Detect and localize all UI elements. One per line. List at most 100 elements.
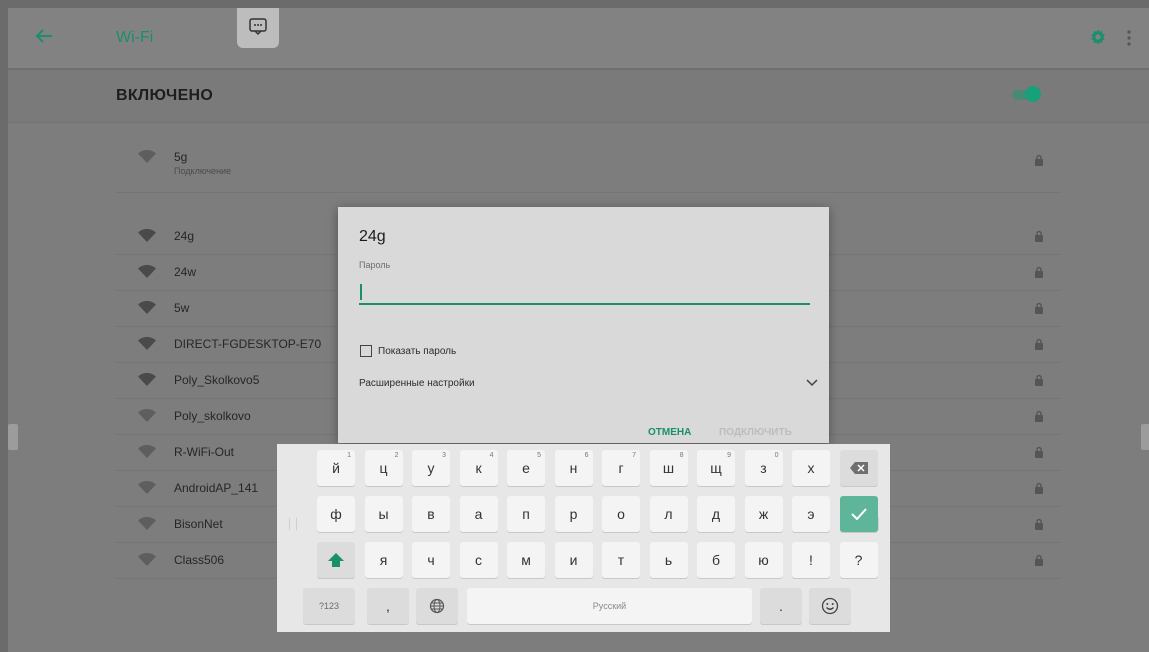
period-key[interactable]: . — [760, 588, 802, 624]
space-key[interactable]: Русский — [467, 588, 752, 624]
wifi-state-label: ВКЛЮЧЕНО — [116, 87, 214, 104]
lock-icon — [1035, 374, 1043, 386]
emoji-key[interactable] — [809, 588, 851, 624]
network-name: DIRECT-FGDESKTOP-E70 — [174, 337, 322, 351]
wifi-signal-icon — [138, 553, 156, 566]
wifi-signal-icon — [138, 481, 156, 494]
key-number-hint: 3 — [442, 452, 446, 459]
wifi-toggle[interactable] — [1012, 86, 1041, 102]
password-label: Пароль — [359, 260, 391, 270]
keyboard-key[interactable]: а — [459, 496, 498, 532]
key-number-hint: 7 — [632, 452, 636, 459]
emoji-icon — [821, 597, 839, 615]
keyboard-key[interactable]: ц2 — [364, 450, 403, 486]
lock-icon — [1035, 482, 1043, 494]
network-name: Poly_Skolkovo5 — [174, 373, 260, 387]
keyboard-key[interactable]: в — [412, 496, 450, 532]
wifi-master-switch-row[interactable]: ВКЛЮЧЕНО — [8, 70, 1149, 123]
lock-icon — [1035, 338, 1043, 350]
keyboard-key[interactable]: з0 — [744, 450, 783, 486]
cancel-button[interactable]: ОТМЕНА — [648, 427, 691, 438]
wifi-signal-icon — [138, 301, 156, 314]
network-row[interactable]: 5g Подключение — [116, 128, 1061, 193]
globe-icon — [429, 598, 445, 614]
backspace-key[interactable] — [839, 450, 878, 486]
keyboard-key[interactable]: ы — [364, 496, 403, 532]
back-arrow-icon[interactable] — [32, 24, 56, 48]
keyboard-key[interactable]: б — [697, 542, 735, 578]
keyboard-key[interactable]: о — [602, 496, 640, 532]
key-label: е — [522, 460, 530, 476]
keyboard-key[interactable]: я — [364, 542, 403, 578]
keyboard-key[interactable]: ь — [649, 542, 688, 578]
chevron-down-icon[interactable] — [806, 379, 818, 387]
keyboard-key[interactable]: ш8 — [649, 450, 688, 486]
keyboard-key[interactable]: р — [554, 496, 593, 532]
keyboard-key[interactable]: щ9 — [697, 450, 735, 486]
keyboard-key[interactable]: и — [554, 542, 593, 578]
keyboard-key[interactable]: м — [507, 542, 545, 578]
key-number-hint: 4 — [489, 452, 494, 459]
password-input[interactable] — [359, 279, 810, 305]
keyboard-key[interactable]: д — [697, 496, 735, 532]
key-label: х — [807, 460, 815, 476]
keyboard-key[interactable]: л — [649, 496, 688, 532]
wifi-signal-icon — [138, 373, 156, 386]
lock-icon — [1035, 302, 1043, 314]
keyboard-grip-left[interactable] — [289, 518, 297, 530]
keyboard-key[interactable]: э — [792, 496, 830, 532]
left-edge-handle[interactable] — [8, 424, 18, 450]
lock-icon — [1035, 230, 1043, 242]
network-name: Class506 — [174, 553, 225, 567]
keyboard-key[interactable]: ю — [744, 542, 783, 578]
keyboard-key[interactable]: ф — [317, 496, 355, 532]
keyboard-key[interactable]: ? — [839, 542, 878, 578]
wifi-signal-icon — [138, 229, 156, 242]
keyboard-key[interactable]: ж — [744, 496, 783, 532]
key-number-hint: 9 — [727, 452, 731, 459]
key-label: н — [569, 460, 578, 476]
key-label: к — [475, 460, 482, 476]
shift-arrow-icon — [328, 553, 344, 567]
dialog-title: 24g — [359, 228, 386, 245]
keyboard-key[interactable]: н6 — [554, 450, 593, 486]
key-label: й — [332, 460, 340, 476]
lock-icon — [1035, 154, 1043, 166]
lock-icon — [1035, 554, 1043, 566]
wifi-signal-icon — [138, 409, 156, 422]
keyboard-key[interactable]: г7 — [602, 450, 640, 486]
network-name: 24g — [174, 229, 195, 243]
wifi-signal-icon — [138, 150, 156, 163]
keyboard-key[interactable]: ! — [792, 542, 830, 578]
keyboard-key[interactable]: т — [602, 542, 640, 578]
comma-key[interactable]: , — [367, 588, 409, 624]
keyboard-key[interactable]: ч — [412, 542, 450, 578]
key-number-hint: 1 — [347, 452, 351, 459]
language-key[interactable] — [416, 588, 458, 624]
key-label: ш — [662, 460, 675, 476]
keyboard-key[interactable]: у3 — [412, 450, 450, 486]
keyboard-key[interactable]: с — [459, 542, 498, 578]
onscreen-keyboard: й1ц2у3к4е5н6г7ш8щ9з0хфывапролджэячсмитьб… — [277, 444, 890, 632]
right-edge-handle[interactable] — [1141, 424, 1149, 450]
shift-key[interactable] — [317, 542, 355, 578]
key-label: з — [760, 460, 767, 476]
advanced-settings-toggle[interactable]: Расширенные настройки — [359, 378, 475, 389]
feedback-button[interactable] — [237, 8, 279, 48]
keyboard-key[interactable]: к4 — [459, 450, 498, 486]
keyboard-key[interactable]: п — [507, 496, 545, 532]
lock-icon — [1035, 266, 1043, 278]
keyboard-key[interactable]: й1 — [317, 450, 355, 486]
checkmark-icon — [850, 508, 867, 520]
symbols-key[interactable]: ?123 — [303, 588, 355, 624]
keyboard-key[interactable]: х — [792, 450, 830, 486]
more-options-icon[interactable] — [1126, 29, 1132, 47]
show-password-label[interactable]: Показать пароль — [378, 346, 456, 357]
show-password-checkbox[interactable] — [360, 345, 372, 357]
wifi-signal-icon — [138, 265, 156, 278]
network-name: 5g — [174, 150, 188, 164]
connect-button[interactable]: ПОДКЛЮЧИТЬ — [719, 427, 792, 438]
enter-key[interactable] — [839, 496, 878, 532]
keyboard-key[interactable]: е5 — [507, 450, 545, 486]
gear-icon[interactable] — [1089, 28, 1107, 46]
